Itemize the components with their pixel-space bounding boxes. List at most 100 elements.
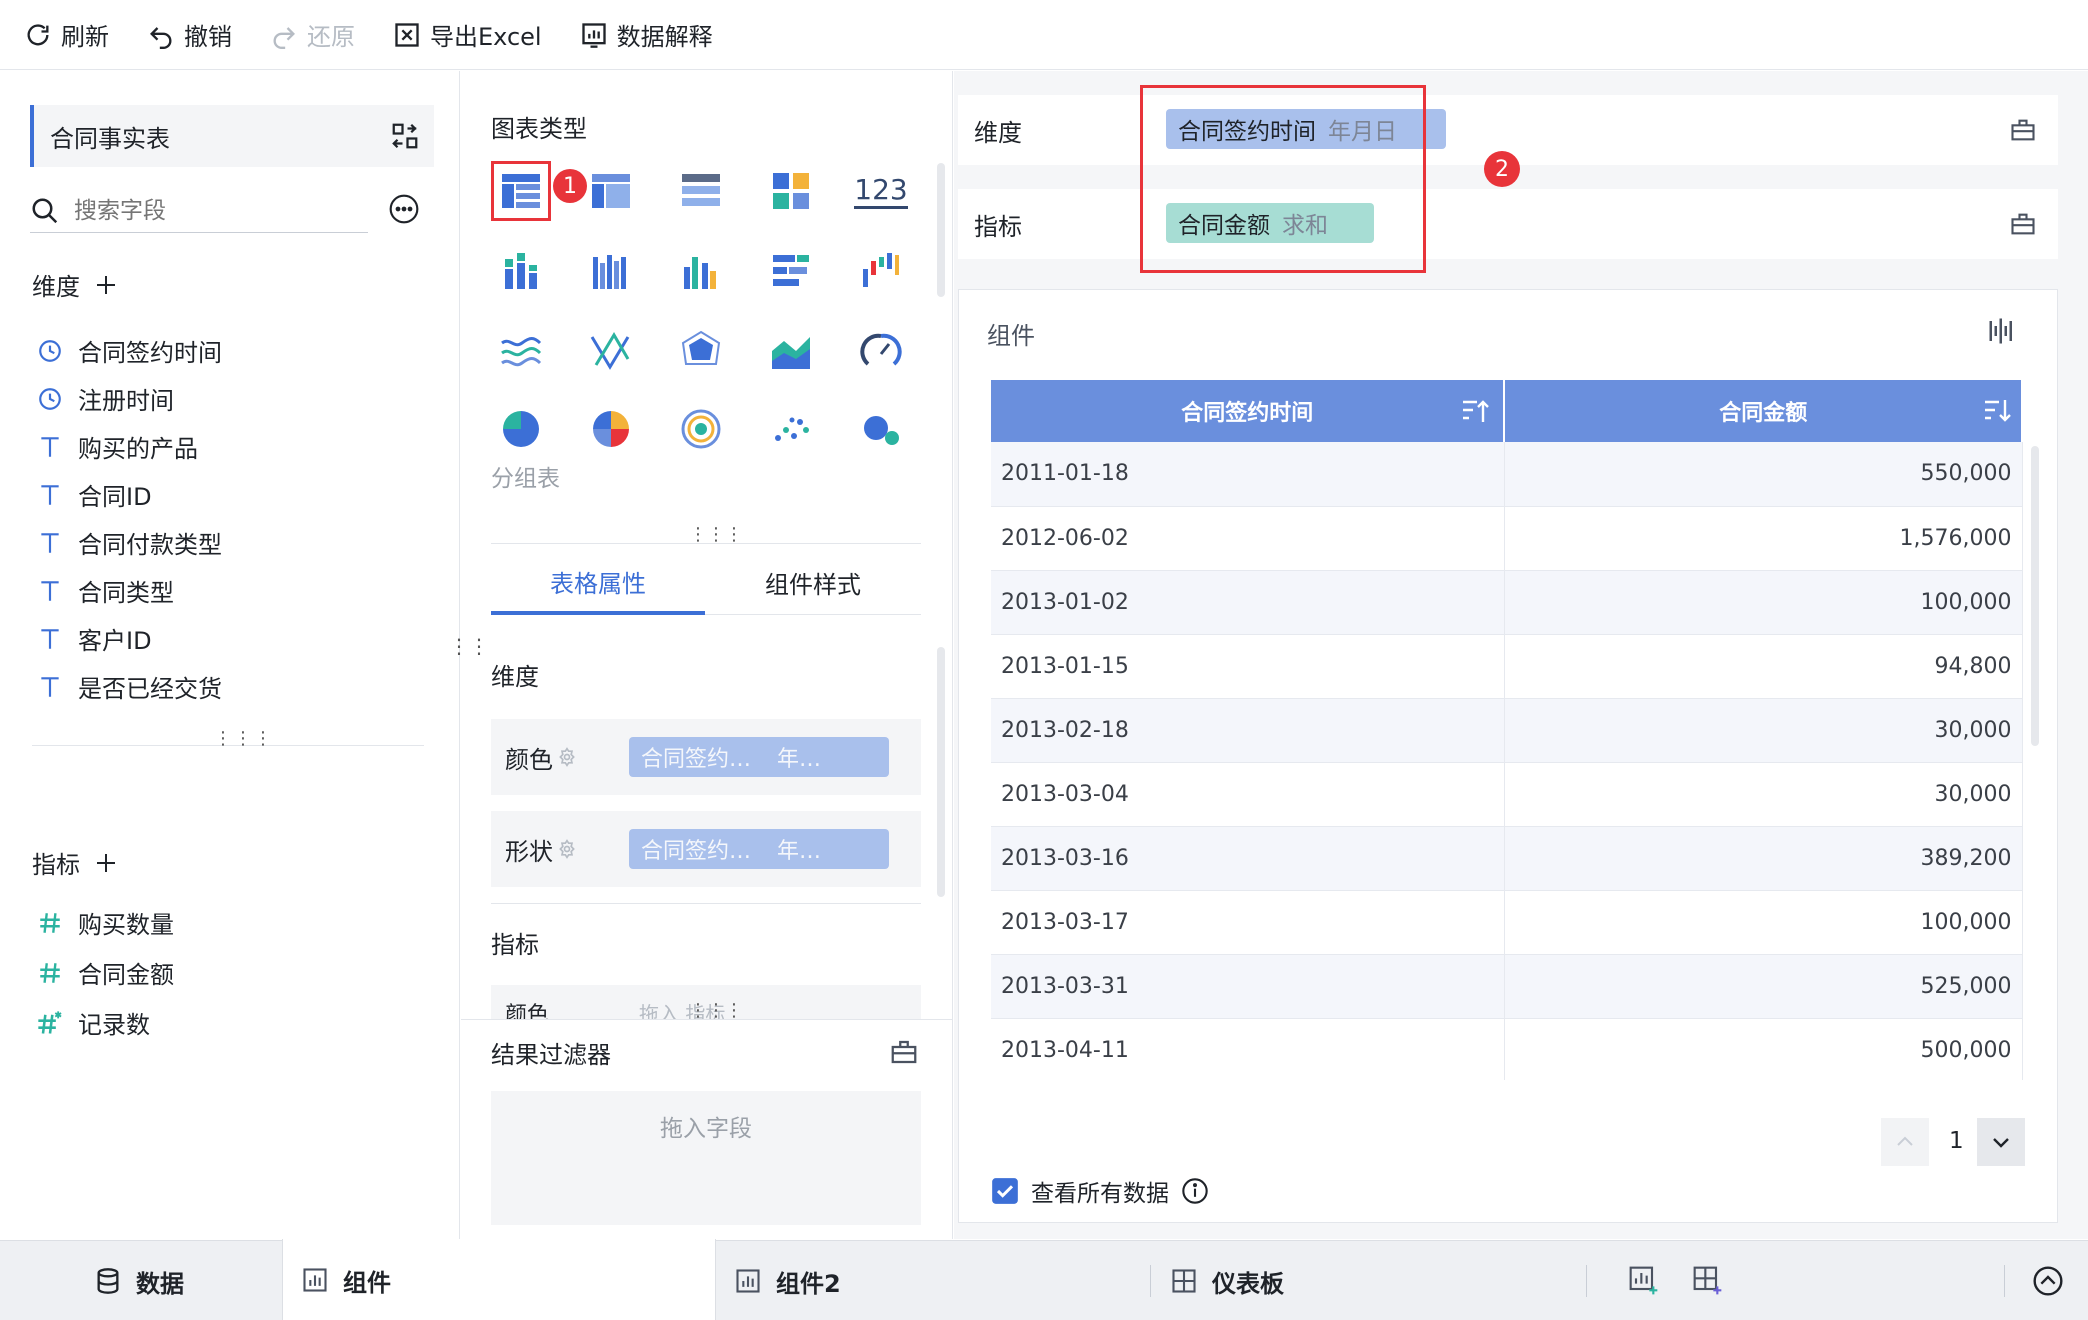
- add-dashboard-icon[interactable]: [1692, 1265, 1724, 1297]
- dimension-field-item[interactable]: 合同签约时间: [32, 333, 222, 368]
- amount-cell[interactable]: 30,000: [1504, 762, 2023, 827]
- line-chart[interactable]: [491, 321, 551, 381]
- metric-field-item[interactable]: 合同金额: [32, 955, 174, 990]
- dimension-field-item[interactable]: 合同类型: [32, 573, 174, 608]
- page-down-button[interactable]: [1977, 1118, 2025, 1166]
- crosstab-chart[interactable]: [581, 161, 641, 221]
- tab-component-style[interactable]: 组件样式: [705, 551, 921, 615]
- column-header-amount[interactable]: 合同金额: [1504, 380, 2023, 442]
- date-cell[interactable]: 2011-01-18: [991, 442, 1505, 507]
- date-cell[interactable]: 2013-02-18: [991, 698, 1505, 763]
- date-cell[interactable]: 2013-01-15: [991, 634, 1505, 699]
- chart-area-resize-dots[interactable]: ⋮⋮⋮: [689, 526, 743, 544]
- rose-chart[interactable]: [671, 399, 731, 459]
- amount-cell[interactable]: 100,000: [1504, 890, 2023, 955]
- number-chart[interactable]: 123: [851, 161, 911, 221]
- add-metric-icon[interactable]: [94, 851, 118, 875]
- stacked-column-chart[interactable]: [491, 241, 551, 301]
- date-cell[interactable]: 2013-04-11: [991, 1018, 1505, 1080]
- dimension-field-item[interactable]: 是否已经交货: [32, 669, 222, 704]
- color-field-tag[interactable]: 合同签约… 年…: [629, 737, 889, 777]
- grouped-table-chart[interactable]: [491, 161, 551, 221]
- shape-settings-icon[interactable]: [557, 839, 577, 859]
- more-options-icon[interactable]: [388, 193, 420, 225]
- view-all-data-option[interactable]: 查看所有数据: [991, 1174, 1209, 1208]
- dimension-field-item[interactable]: 购买的产品: [32, 429, 198, 464]
- undo-button[interactable]: 撤销: [147, 17, 232, 52]
- tab-component2[interactable]: 组件2: [734, 1241, 841, 1320]
- column-header-date[interactable]: 合同签约时间: [991, 380, 1506, 442]
- metric-shelf[interactable]: 指标 合同金额 求和: [958, 189, 1988, 259]
- grouped-column-chart[interactable]: [671, 241, 731, 301]
- tab-component[interactable]: 组件: [282, 1239, 716, 1320]
- shape-field-tag[interactable]: 合同签约… 年…: [629, 829, 889, 869]
- tab-data[interactable]: 数据: [94, 1241, 184, 1320]
- metric-shelf-settings[interactable]: [1988, 189, 2058, 259]
- checkbox-checked-icon[interactable]: [991, 1177, 1019, 1205]
- table-scrollbar[interactable]: [2031, 446, 2039, 746]
- bar-chart[interactable]: [761, 241, 821, 301]
- bubble-chart[interactable]: [851, 399, 911, 459]
- scatter-chart[interactable]: [761, 399, 821, 459]
- amount-cell[interactable]: 550,000: [1504, 442, 2023, 507]
- dimension-field-item[interactable]: 合同ID: [32, 477, 152, 512]
- add-dimension-icon[interactable]: [94, 273, 118, 297]
- waterfall-chart[interactable]: [851, 241, 911, 301]
- filter-resize-dots[interactable]: ⋮⋮⋮: [689, 1002, 743, 1020]
- multi-pie-chart[interactable]: [581, 399, 641, 459]
- amount-cell[interactable]: 525,000: [1504, 954, 2023, 1019]
- date-cell[interactable]: 2013-03-31: [991, 954, 1505, 1019]
- tab-table-properties[interactable]: 表格属性: [491, 551, 705, 615]
- chart-settings-icon[interactable]: [1987, 316, 2017, 346]
- detail-table-chart[interactable]: [671, 161, 731, 221]
- info-icon[interactable]: [1181, 1177, 1209, 1205]
- refresh-button[interactable]: 刷新: [24, 17, 109, 52]
- multi-column-chart[interactable]: [581, 241, 641, 301]
- date-cell[interactable]: 2012-06-02: [991, 506, 1505, 571]
- date-cell[interactable]: 2013-01-02: [991, 570, 1505, 635]
- amount-cell[interactable]: 1,576,000: [1504, 506, 2023, 571]
- date-cell[interactable]: 2013-03-16: [991, 826, 1505, 891]
- metric-field-item[interactable]: 记录数: [32, 1005, 150, 1040]
- dimension-field-item[interactable]: 合同付款类型: [32, 525, 222, 560]
- add-component-icon[interactable]: [1628, 1265, 1660, 1297]
- amount-cell[interactable]: 500,000: [1504, 1018, 2023, 1080]
- export-excel-button[interactable]: 导出Excel: [393, 17, 542, 52]
- chart-type-scrollbar[interactable]: [937, 163, 945, 297]
- amount-cell[interactable]: 100,000: [1504, 570, 2023, 635]
- data-explain-button[interactable]: 数据解释: [580, 17, 713, 52]
- kpi-card-chart[interactable]: [761, 161, 821, 221]
- sort-icon[interactable]: [1983, 398, 2011, 424]
- switch-table-icon[interactable]: [390, 121, 420, 151]
- gauge-chart[interactable]: [851, 321, 911, 381]
- date-cell[interactable]: 2013-03-17: [991, 890, 1505, 955]
- color-settings-icon[interactable]: [557, 747, 577, 767]
- dimension-shelf-settings[interactable]: [1988, 95, 2058, 165]
- redo-button[interactable]: 还原: [270, 17, 355, 52]
- panel-resize-dots[interactable]: ⋮⋮⋮: [214, 730, 274, 748]
- dimension-field-item[interactable]: 客户ID: [32, 621, 152, 656]
- excel-icon: [395, 22, 419, 47]
- area-chart[interactable]: [761, 321, 821, 381]
- radar-chart[interactable]: [671, 321, 731, 381]
- filter-drop-zone[interactable]: 拖入字段: [491, 1091, 921, 1225]
- search-input[interactable]: [74, 197, 344, 224]
- amount-cell[interactable]: 30,000: [1504, 698, 2023, 763]
- metric-field-item[interactable]: 购买数量: [32, 905, 174, 940]
- dimension-shelf[interactable]: 维度 合同签约时间 年月日: [958, 95, 1988, 165]
- data-explain-label: 数据解释: [616, 23, 713, 51]
- dimension-field-item[interactable]: 注册时间: [32, 381, 174, 416]
- collapse-up-icon[interactable]: [2032, 1265, 2064, 1297]
- sort-ascending-icon[interactable]: [1461, 398, 1490, 424]
- filter-settings-icon[interactable]: [889, 1037, 919, 1067]
- amount-cell[interactable]: 94,800: [1504, 634, 2023, 699]
- search-box[interactable]: [30, 189, 368, 233]
- amount-cell[interactable]: 389,200: [1504, 826, 2023, 891]
- tab-dashboard[interactable]: 仪表板: [1170, 1241, 1284, 1320]
- page-up-button[interactable]: [1881, 1118, 1929, 1166]
- table-selector[interactable]: 合同事实表: [30, 105, 434, 167]
- date-cell[interactable]: 2013-03-04: [991, 762, 1505, 827]
- cross-line-chart[interactable]: [581, 321, 641, 381]
- pie-chart[interactable]: [491, 399, 551, 459]
- props-scrollbar[interactable]: [937, 647, 945, 897]
